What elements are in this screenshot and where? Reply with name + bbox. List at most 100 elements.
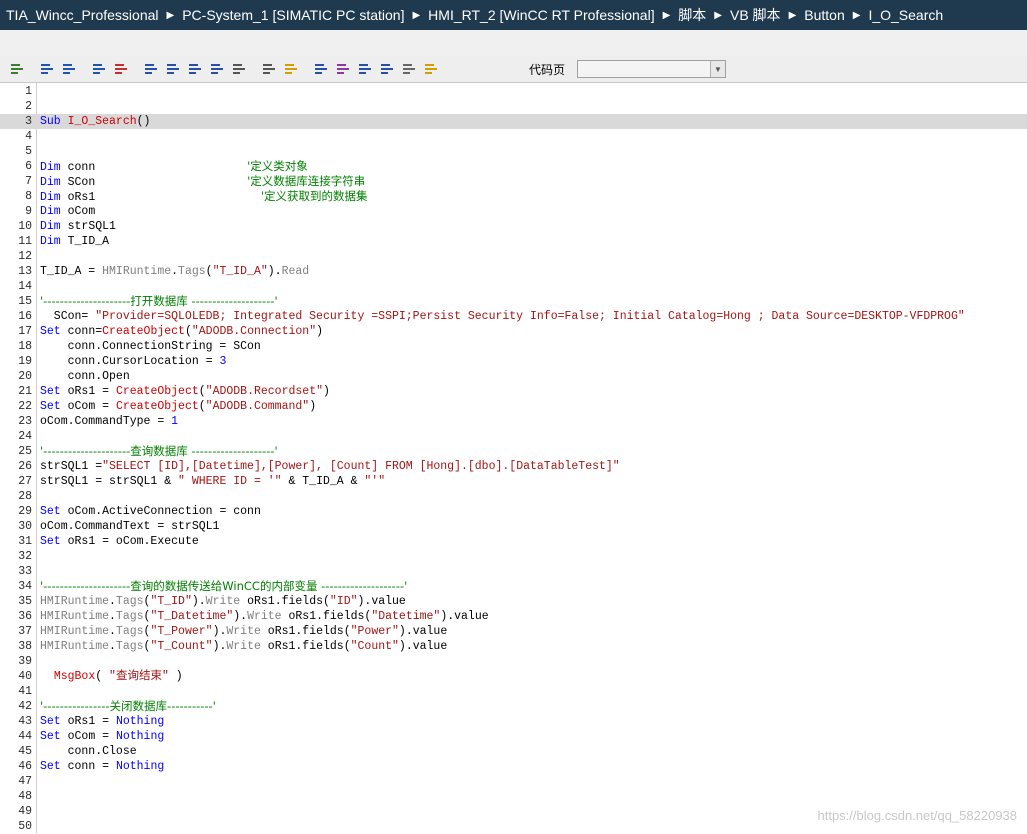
- line-number: 29: [18, 505, 32, 518]
- code-line[interactable]: 12: [0, 249, 1027, 264]
- line-text: Set oRs1 = Nothing: [40, 715, 165, 728]
- line-number: 30: [18, 520, 32, 533]
- line-number: 38: [18, 640, 32, 653]
- param-info-icon[interactable]: [334, 60, 352, 78]
- comment-icon[interactable]: [90, 60, 108, 78]
- clear-bookmarks-icon[interactable]: [208, 60, 226, 78]
- indent-icon[interactable]: [38, 60, 56, 78]
- code-line[interactable]: 31 Set oRs1 = oCom.Execute: [0, 534, 1027, 549]
- code-line[interactable]: 7 Dim SCon '定义数据库连接字符串: [0, 174, 1027, 189]
- code-line[interactable]: 1: [0, 84, 1027, 99]
- code-line[interactable]: 14: [0, 279, 1027, 294]
- line-text: HMIRuntime.Tags("T_ID").Write oRs1.field…: [40, 595, 406, 608]
- code-line[interactable]: 11 Dim T_ID_A: [0, 234, 1027, 249]
- code-line[interactable]: 21 Set oRs1 = CreateObject("ADODB.Records…: [0, 384, 1027, 399]
- replace-icon[interactable]: [282, 60, 300, 78]
- code-line[interactable]: 20 conn.Open: [0, 369, 1027, 384]
- breadcrumb-item[interactable]: TIA_Wincc_Professional: [0, 7, 165, 23]
- uncomment-icon[interactable]: [112, 60, 130, 78]
- code-line[interactable]: 37 HMIRuntime.Tags("T_Power").Write oRs1.…: [0, 624, 1027, 639]
- code-line[interactable]: 3 Sub I_O_Search(): [0, 114, 1027, 129]
- outdent-icon[interactable]: [60, 60, 78, 78]
- code-line[interactable]: 48: [0, 789, 1027, 804]
- line-text: HMIRuntime.Tags("T_Power").Write oRs1.fi…: [40, 625, 448, 638]
- line-text: Set conn=CreateObject("ADODB.Connection"…: [40, 325, 324, 338]
- line-text: Set oRs1 = CreateObject("ADODB.Recordset…: [40, 385, 330, 398]
- code-line[interactable]: 2: [0, 99, 1027, 114]
- line-number: 28: [18, 490, 32, 503]
- code-line[interactable]: 25 '---------------------查询数据库 ----------…: [0, 444, 1027, 459]
- code-line[interactable]: 41: [0, 684, 1027, 699]
- breadcrumb-item[interactable]: 脚本: [672, 5, 712, 25]
- code-line[interactable]: 39: [0, 654, 1027, 669]
- code-line[interactable]: 6 Dim conn '定义类对象: [0, 159, 1027, 174]
- code-line[interactable]: 17 Set conn=CreateObject("ADODB.Connectio…: [0, 324, 1027, 339]
- line-text: strSQL1 = strSQL1 & " WHERE ID = '" & T_…: [40, 475, 386, 488]
- list-members-icon[interactable]: [312, 60, 330, 78]
- line-number: 43: [18, 715, 32, 728]
- object-list-icon[interactable]: [400, 60, 418, 78]
- code-line[interactable]: 45 conn.Close: [0, 744, 1027, 759]
- line-text: Dim T_ID_A: [40, 235, 110, 248]
- bookmark-icon[interactable]: [142, 60, 160, 78]
- line-text: Set oCom.ActiveConnection = conn: [40, 505, 261, 518]
- line-number: 33: [18, 565, 32, 578]
- code-line[interactable]: 30 oCom.CommandText = strSQL1: [0, 519, 1027, 534]
- code-line[interactable]: 24: [0, 429, 1027, 444]
- breadcrumb-item[interactable]: PC-System_1 [SIMATIC PC station]: [176, 7, 410, 23]
- line-number: 45: [18, 745, 32, 758]
- code-line[interactable]: 28: [0, 489, 1027, 504]
- line-number: 6: [25, 160, 32, 173]
- find-icon[interactable]: [260, 60, 278, 78]
- breadcrumb-item[interactable]: VB 脚本: [724, 5, 787, 25]
- code-line[interactable]: 16 SCon= "Provider=SQLOLEDB; Integrated …: [0, 309, 1027, 324]
- line-text: oCom.CommandType = 1: [40, 415, 179, 428]
- code-line[interactable]: 13 T_ID_A = HMIRuntime.Tags("T_ID_A").Rea…: [0, 264, 1027, 279]
- editor-header-bar: [0, 30, 1027, 57]
- code-line[interactable]: 42 '----------------关闭数据库-----------': [0, 699, 1027, 714]
- breadcrumb-item[interactable]: I_O_Search: [862, 7, 949, 23]
- code-editor[interactable]: 1 2 3 Sub I_O_Search() 4 5 6 Dim conn '定义类对象 7 Di…: [0, 83, 1027, 833]
- line-number: 40: [18, 670, 32, 683]
- code-line[interactable]: 22 Set oCom = CreateObject("ADODB.Command…: [0, 399, 1027, 414]
- code-line[interactable]: 27 strSQL1 = strSQL1 & " WHERE ID = '" & …: [0, 474, 1027, 489]
- code-line[interactable]: 40 MsgBox( "查询结束" ): [0, 669, 1027, 684]
- code-line[interactable]: 32: [0, 549, 1027, 564]
- code-line[interactable]: 33: [0, 564, 1027, 579]
- code-line[interactable]: 38 HMIRuntime.Tags("T_Count").Write oRs1.…: [0, 639, 1027, 654]
- code-line[interactable]: 23 oCom.CommandType = 1: [0, 414, 1027, 429]
- breadcrumb-item[interactable]: HMI_RT_2 [WinCC RT Professional]: [422, 7, 660, 23]
- code-line[interactable]: 15 '---------------------打开数据库 ----------…: [0, 294, 1027, 309]
- code-line[interactable]: 44 Set oCom = Nothing: [0, 729, 1027, 744]
- next-bookmark-icon[interactable]: [186, 60, 204, 78]
- line-number: 1: [25, 85, 32, 98]
- code-line[interactable]: 35 HMIRuntime.Tags("T_ID").Write oRs1.fie…: [0, 594, 1027, 609]
- code-line[interactable]: 19 conn.CursorLocation = 3: [0, 354, 1027, 369]
- codepage-select[interactable]: ▼: [577, 60, 726, 78]
- chevron-down-icon[interactable]: ▼: [710, 61, 725, 77]
- code-line[interactable]: 36 HMIRuntime.Tags("T_Datetime").Write oR…: [0, 609, 1027, 624]
- quick-info-icon[interactable]: [356, 60, 374, 78]
- code-line[interactable]: 46 Set conn = Nothing: [0, 759, 1027, 774]
- code-line[interactable]: 43 Set oRs1 = Nothing: [0, 714, 1027, 729]
- line-number: 24: [18, 430, 32, 443]
- line-number: 32: [18, 550, 32, 563]
- code-line[interactable]: 5: [0, 144, 1027, 159]
- prev-bookmark-icon[interactable]: [164, 60, 182, 78]
- code-line[interactable]: 26 strSQL1 ="SELECT [ID],[Datetime],[Powe…: [0, 459, 1027, 474]
- code-line[interactable]: 10 Dim strSQL1: [0, 219, 1027, 234]
- breadcrumb-item[interactable]: Button: [798, 7, 850, 23]
- code-line[interactable]: 29 Set oCom.ActiveConnection = conn: [0, 504, 1027, 519]
- syntax-check-icon[interactable]: [8, 60, 26, 78]
- goto-icon[interactable]: [230, 60, 248, 78]
- code-line[interactable]: 8 Dim oRs1 '定义获取到的数据集: [0, 189, 1027, 204]
- dynamic-icon[interactable]: [422, 60, 440, 78]
- code-line[interactable]: 4: [0, 129, 1027, 144]
- line-number: 35: [18, 595, 32, 608]
- code-line[interactable]: 9 Dim oCom: [0, 204, 1027, 219]
- code-line[interactable]: 34 '---------------------查询的数据传送给WinCC的内部…: [0, 579, 1027, 594]
- code-line[interactable]: 18 conn.ConnectionString = SCon: [0, 339, 1027, 354]
- line-number: 4: [25, 130, 32, 143]
- complete-word-icon[interactable]: [378, 60, 396, 78]
- code-line[interactable]: 47: [0, 774, 1027, 789]
